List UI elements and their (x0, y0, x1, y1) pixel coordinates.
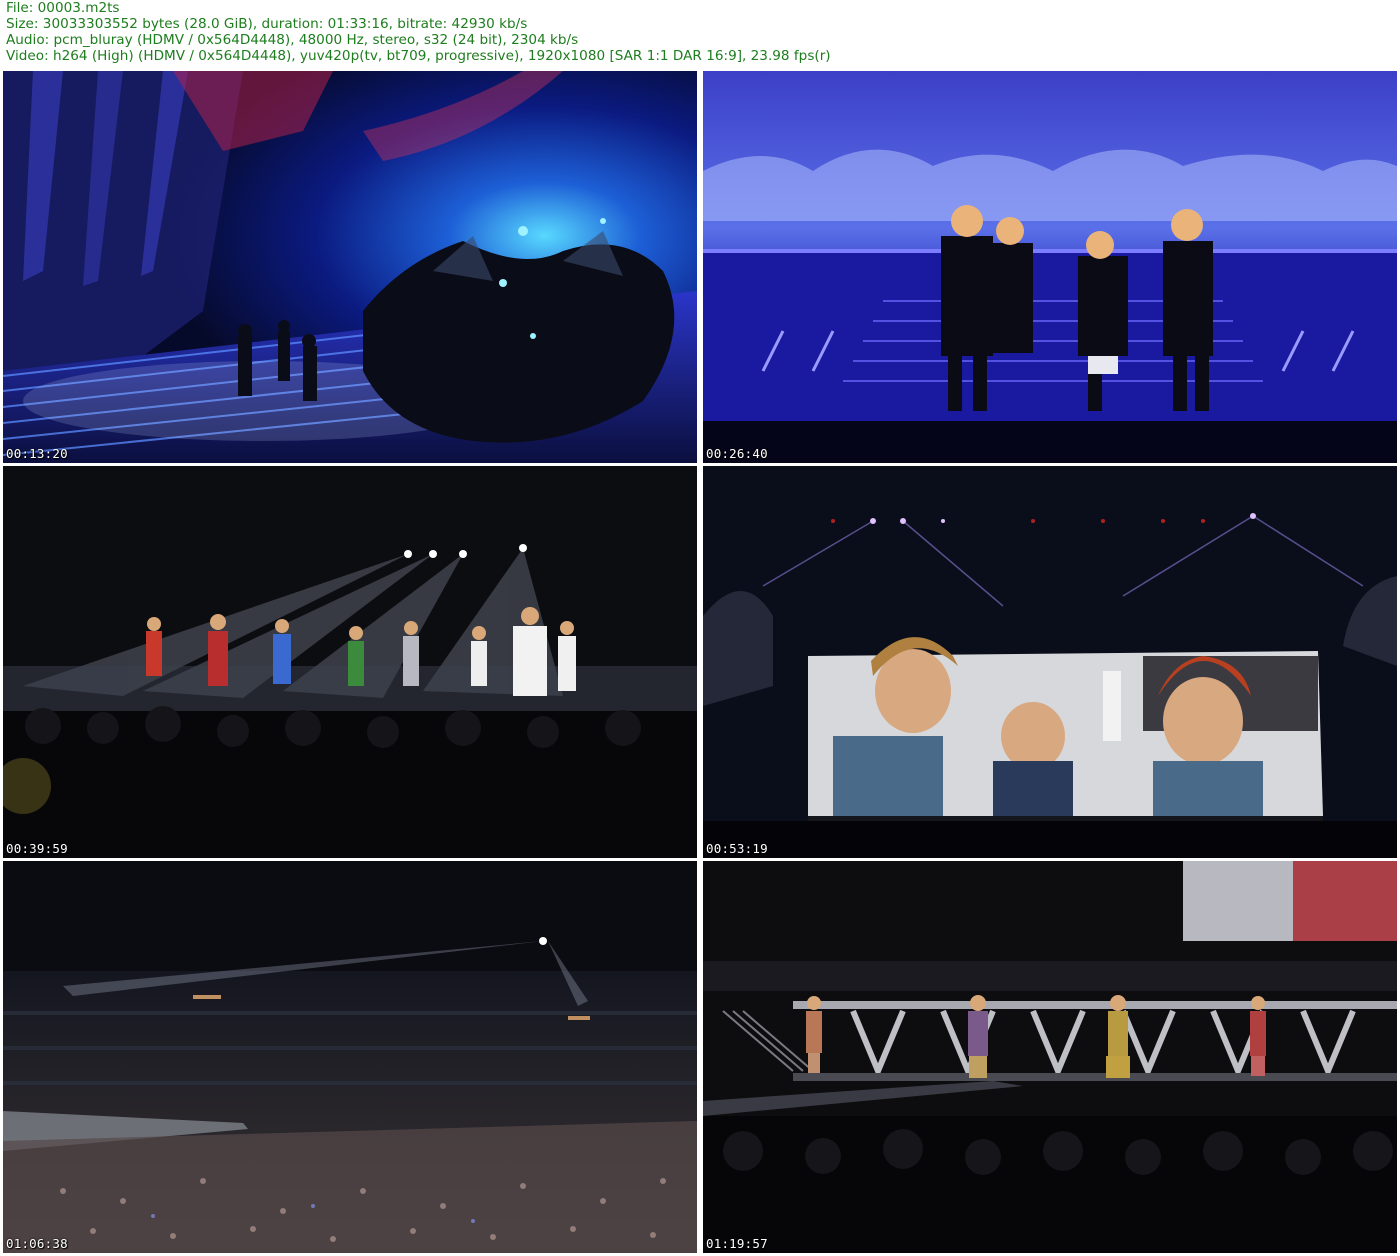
thumbnail-grid: 00:13:20 00:26:40 00:39:59 00:53:19 01:0… (3, 71, 1397, 1253)
thumbnail-1[interactable]: 00:13:20 (3, 71, 697, 463)
video-frame-image (3, 861, 697, 1253)
thumbnail-timestamp: 01:19:57 (706, 1236, 768, 1251)
thumbnail-6[interactable]: 01:19:57 (703, 861, 1397, 1253)
video-frame-image (703, 861, 1397, 1253)
thumbnail-timestamp: 00:53:19 (706, 841, 768, 856)
thumbnail-4[interactable]: 00:53:19 (703, 466, 1397, 858)
video-info-line: Video: h264 (High) (HDMV / 0x564D4448), … (6, 48, 831, 64)
video-frame-image (3, 466, 697, 858)
video-frame-image (3, 71, 697, 463)
video-frame-image (703, 71, 1397, 463)
contact-sheet: { "header": { "file": "File: 00003.m2ts"… (0, 0, 1400, 1256)
thumbnail-timestamp: 00:39:59 (6, 841, 68, 856)
video-frame-image (703, 466, 1397, 858)
thumbnail-5[interactable]: 01:06:38 (3, 861, 697, 1253)
thumbnail-2[interactable]: 00:26:40 (703, 71, 1397, 463)
file-info-header: File: 00003.m2ts Size: 30033303552 bytes… (6, 0, 1396, 64)
thumbnail-timestamp: 00:26:40 (706, 446, 768, 461)
audio-info-line: Audio: pcm_bluray (HDMV / 0x564D4448), 4… (6, 32, 579, 48)
thumbnail-timestamp: 01:06:38 (6, 1236, 68, 1251)
thumbnail-3[interactable]: 00:39:59 (3, 466, 697, 858)
thumbnail-timestamp: 00:13:20 (6, 446, 68, 461)
file-name-line: File: 00003.m2ts (6, 0, 120, 16)
file-size-line: Size: 30033303552 bytes (28.0 GiB), dura… (6, 16, 528, 32)
